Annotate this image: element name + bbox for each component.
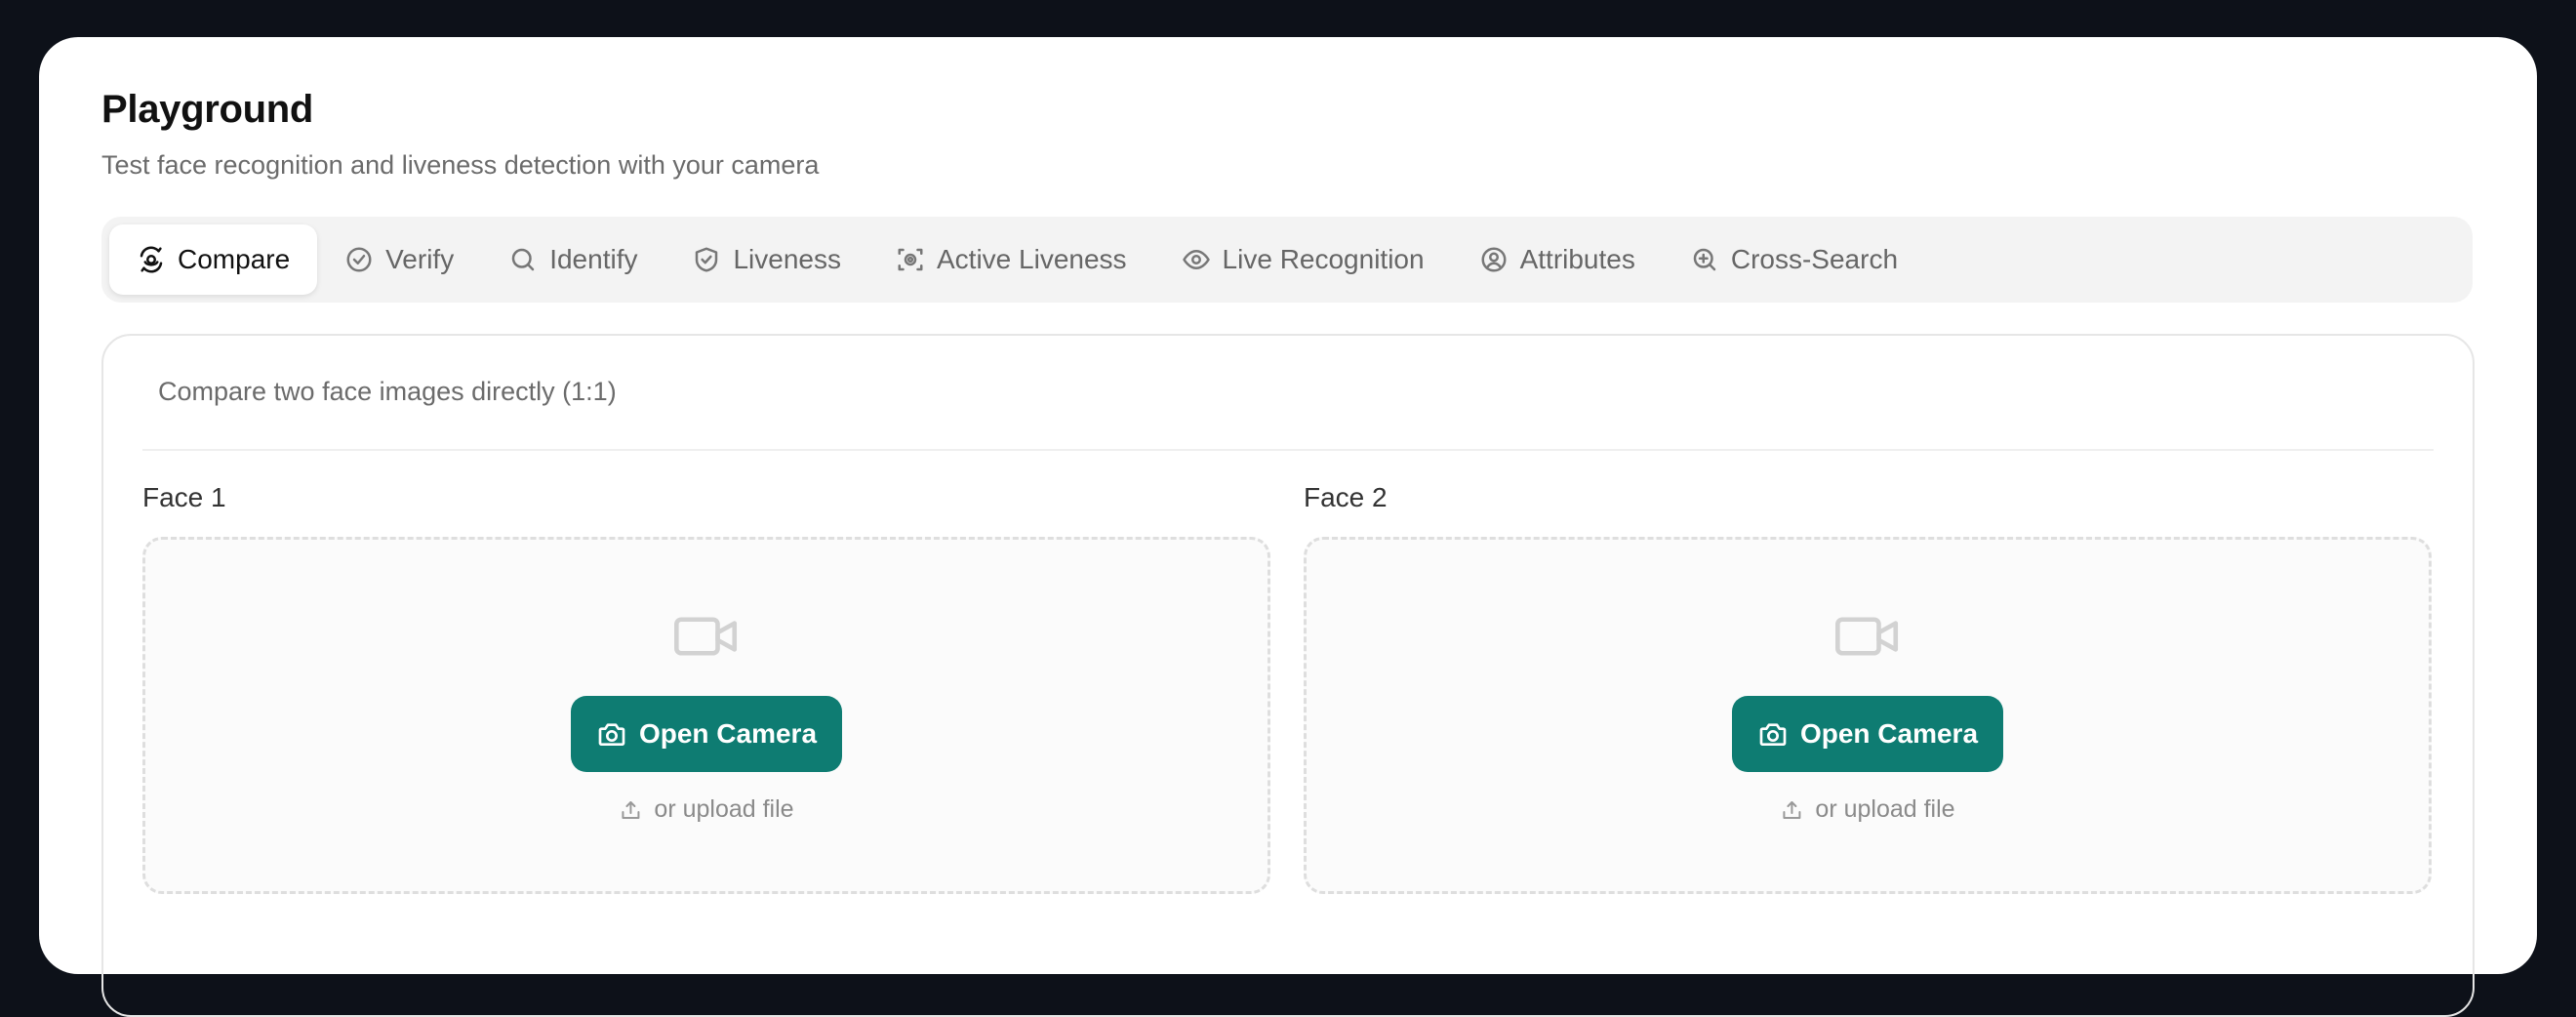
upload-icon xyxy=(1783,800,1801,819)
tab-label: Cross-Search xyxy=(1730,244,1899,274)
open-camera-button[interactable]: Open Camera xyxy=(571,696,842,772)
face-2-column: Face 2 Open Camera or upload file xyxy=(1304,482,2432,894)
upload-file-link[interactable]: or upload file xyxy=(619,795,794,824)
shield-check-icon xyxy=(696,247,718,272)
button-label: Open Camera xyxy=(638,718,818,749)
tab-compare[interactable]: Compare xyxy=(109,224,318,295)
upload-icon xyxy=(622,800,640,819)
face-2-label: Face 2 xyxy=(1304,482,1388,512)
playground-card: Playground Test face recognition and liv… xyxy=(39,37,2537,1017)
page-title: Playground xyxy=(101,88,314,131)
face-1-column: Face 1 Open Camera or upload file xyxy=(142,482,1270,894)
check-circle-icon xyxy=(346,247,372,272)
button-label: Open Camera xyxy=(1799,718,1979,749)
face-1-dropzone[interactable]: Open Camera or upload file xyxy=(142,537,1270,894)
video-camera-icon xyxy=(1835,617,1899,656)
tab-label: Live Recognition xyxy=(1222,244,1425,274)
tab-liveness[interactable]: Liveness xyxy=(664,224,868,295)
scan-face-icon xyxy=(898,248,923,271)
camera-icon xyxy=(598,723,625,746)
tab-active-liveness[interactable]: Active Liveness xyxy=(868,224,1154,295)
tab-attributes[interactable]: Attributes xyxy=(1452,224,1663,295)
tab-cross-search[interactable]: Cross-Search xyxy=(1663,224,1925,295)
compare-panel: Compare two face images directly (1:1) F… xyxy=(101,334,2475,1017)
panel-description: Compare two face images directly (1:1) xyxy=(158,377,617,406)
face-2-dropzone[interactable]: Open Camera or upload file xyxy=(1304,537,2432,894)
upload-label: or upload file xyxy=(654,795,794,823)
tab-label: Liveness xyxy=(733,244,841,274)
user-circle-icon xyxy=(1481,247,1507,272)
open-camera-button[interactable]: Open Camera xyxy=(1732,696,2003,772)
video-camera-icon xyxy=(674,617,738,656)
eye-icon xyxy=(1182,250,1210,269)
camera-icon xyxy=(1759,723,1787,746)
tab-verify[interactable]: Verify xyxy=(317,224,481,295)
tab-identify[interactable]: Identify xyxy=(481,224,664,295)
tab-label: Compare xyxy=(178,244,291,274)
upload-file-link[interactable]: or upload file xyxy=(1780,795,1955,824)
zoom-in-icon xyxy=(1693,248,1716,271)
tab-label: Active Liveness xyxy=(937,244,1127,274)
divider xyxy=(142,449,2434,451)
face-1-label: Face 1 xyxy=(142,482,226,512)
tab-label: Attributes xyxy=(1519,244,1635,274)
tab-label: Identify xyxy=(549,244,638,274)
tab-bar: Compare Verify Identify Liveness Active … xyxy=(101,217,2473,303)
page-subtitle: Test face recognition and liveness detec… xyxy=(101,150,820,180)
tab-live-recognition[interactable]: Live Recognition xyxy=(1154,224,1452,295)
tab-label: Verify xyxy=(385,244,455,274)
upload-label: or upload file xyxy=(1815,795,1955,823)
face-scan-icon xyxy=(140,246,163,273)
search-icon xyxy=(511,248,535,271)
